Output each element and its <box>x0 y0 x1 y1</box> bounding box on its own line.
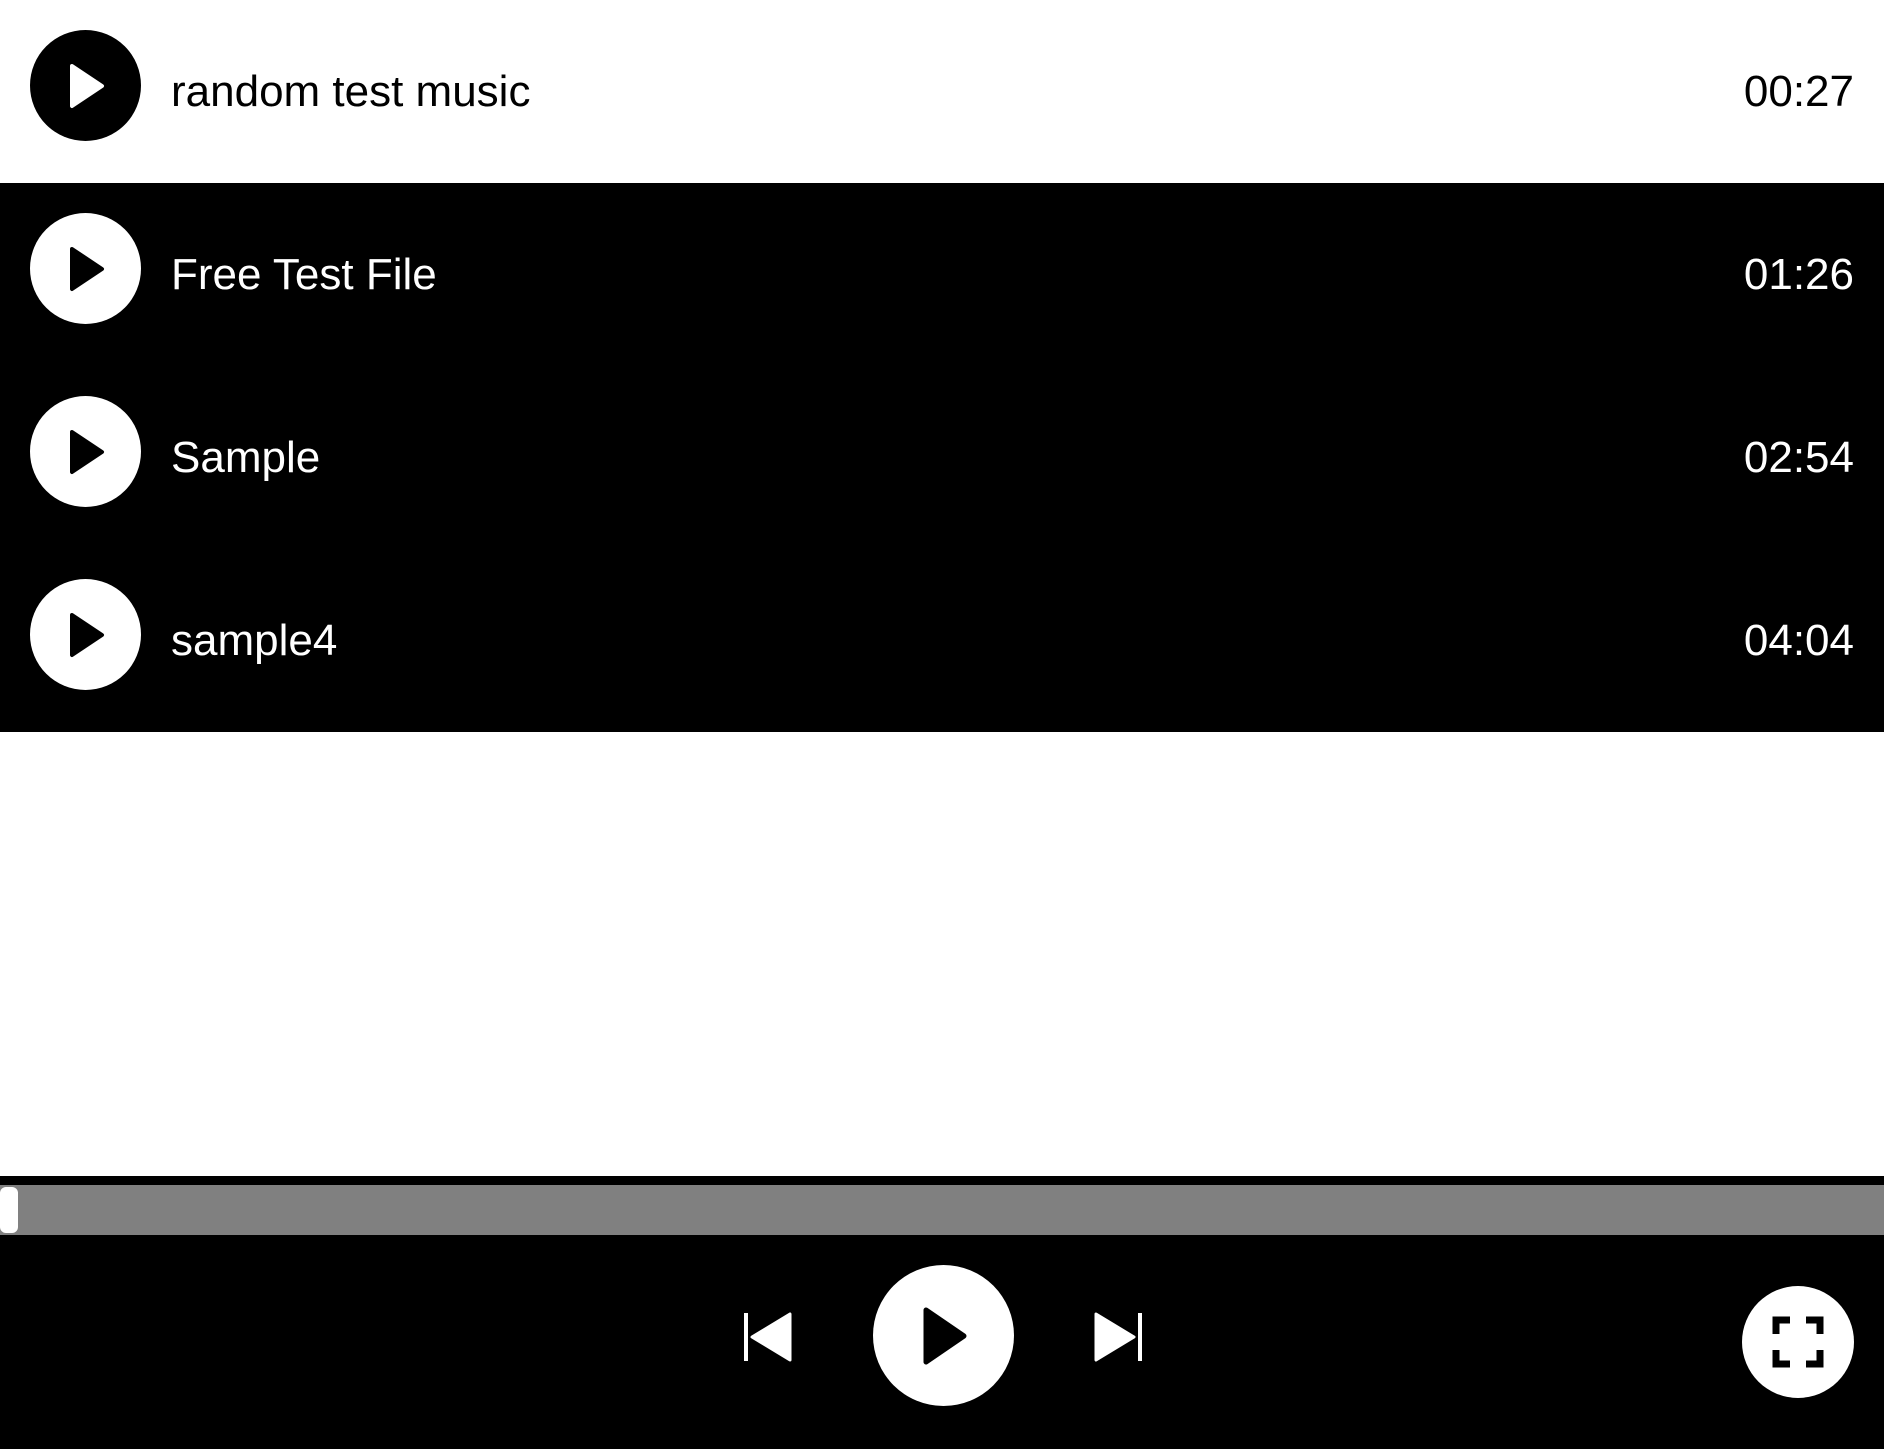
play-icon <box>69 612 104 657</box>
track-row[interactable]: Free Test File 01:26 <box>0 183 1884 366</box>
track-title: random test music <box>171 67 531 116</box>
track-title: Sample <box>171 433 321 482</box>
track-play-button[interactable] <box>30 213 141 324</box>
track-title: Free Test File <box>171 250 437 299</box>
track-row[interactable]: Sample 02:54 <box>0 366 1884 549</box>
fullscreen-icon <box>1772 1316 1824 1368</box>
play-button[interactable] <box>873 1265 1014 1406</box>
track-duration: 02:54 <box>1743 433 1854 482</box>
track-row[interactable]: random test music 00:27 <box>0 0 1884 183</box>
previous-button[interactable] <box>738 1306 800 1368</box>
track-duration: 01:26 <box>1743 250 1854 299</box>
skip-next-icon <box>1094 1312 1142 1362</box>
track-duration: 04:04 <box>1743 616 1854 665</box>
play-icon <box>69 429 104 474</box>
progress-bar[interactable] <box>0 1185 1884 1235</box>
play-icon <box>69 246 104 291</box>
skip-previous-icon <box>744 1312 792 1362</box>
progress-handle[interactable] <box>0 1187 18 1233</box>
playlist: random test music 00:27 Free Test File 0… <box>0 0 1884 732</box>
track-play-button[interactable] <box>30 579 141 690</box>
track-title: sample4 <box>171 616 338 665</box>
player-bar <box>0 1176 1884 1449</box>
music-player-page: random test music 00:27 Free Test File 0… <box>0 0 1884 1449</box>
play-icon <box>69 63 104 108</box>
track-duration: 00:27 <box>1743 67 1854 116</box>
track-row[interactable]: sample4 04:04 <box>0 549 1884 732</box>
track-play-button[interactable] <box>30 396 141 507</box>
fullscreen-button[interactable] <box>1742 1286 1854 1398</box>
track-play-button[interactable] <box>30 30 141 141</box>
next-button[interactable] <box>1086 1306 1148 1368</box>
play-icon <box>923 1307 966 1364</box>
